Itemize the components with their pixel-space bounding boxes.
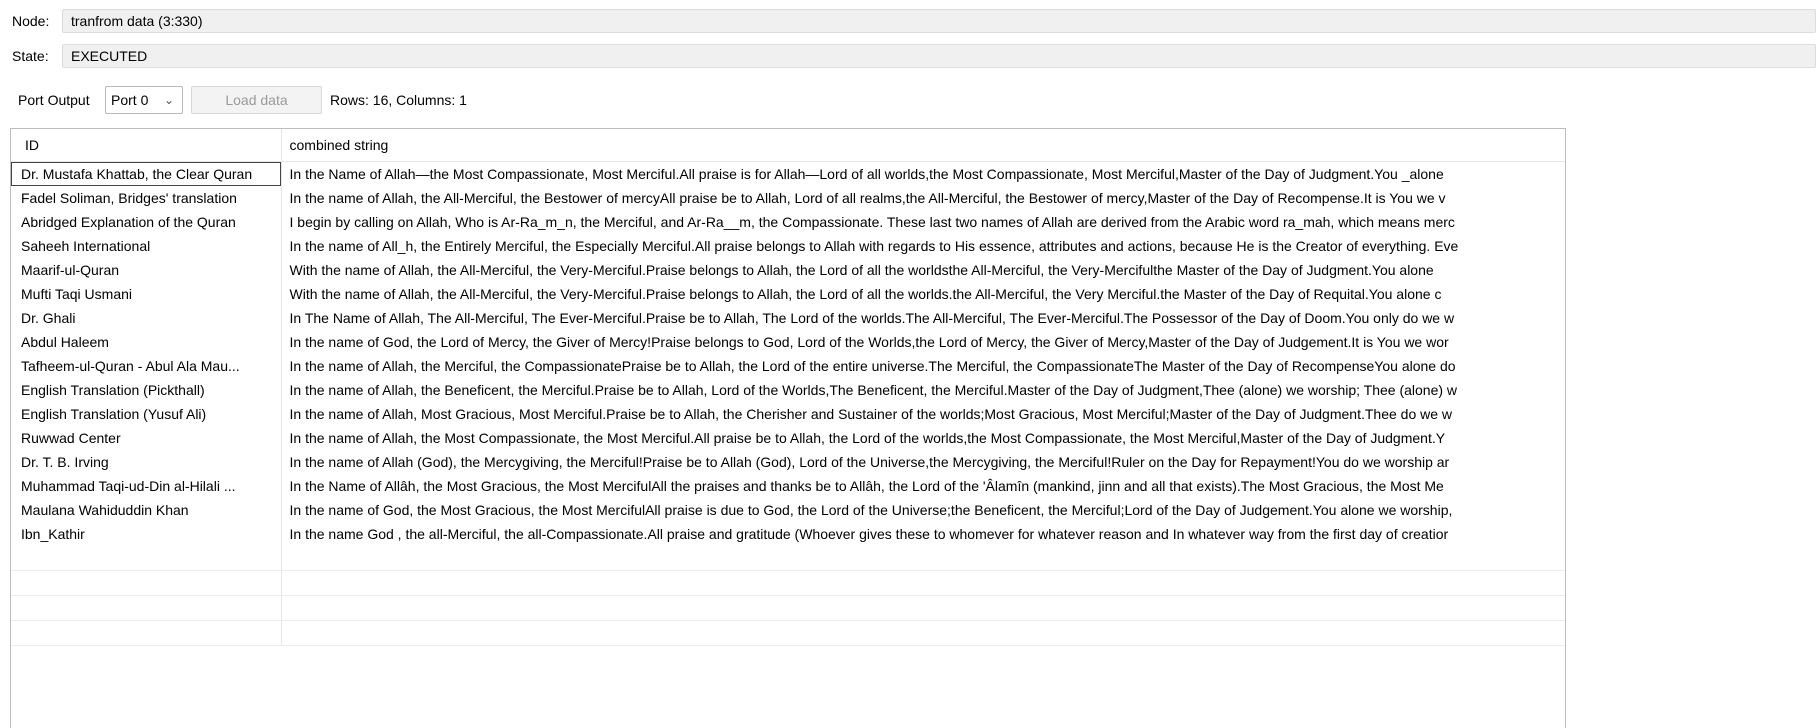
table-row[interactable]: Maarif-ul-Quran With the name of Allah, t… [11,258,1565,282]
cell-id[interactable]: Fadel Soliman, Bridges' translation [11,186,282,210]
empty-cell [281,620,1565,646]
table-row[interactable]: Maulana Wahiduddin Khan In the name of Go… [11,498,1565,522]
cell-id[interactable]: Dr. T. B. Irving [11,450,282,474]
table-row[interactable]: Dr. Mustafa Khattab, the Clear Quran In t… [11,161,1565,186]
table-row[interactable]: Tafheem-ul-Quran - Abul Ala Mau... In the… [11,354,1565,378]
table-row[interactable]: English Translation (Yusuf Ali) In the na… [11,402,1565,426]
empty-cell [11,595,282,621]
cell-id[interactable]: Abridged Explanation of the Quran [11,210,282,234]
cell-combined-string[interactable]: With the name of Allah, the All-Merciful… [281,282,1565,306]
empty-row [11,570,1565,596]
cell-combined-string[interactable]: In the name of Allah, the Most Compassio… [281,426,1565,450]
empty-cell [11,570,282,596]
port-select[interactable]: Port 0 ⌄ [105,86,183,114]
cell-id[interactable]: Muhammad Taqi-ud-Din al-Hilali ... [11,474,282,498]
cell-id[interactable]: Saheeh International [11,234,282,258]
rows-columns-info: Rows: 16, Columns: 1 [330,92,467,108]
table-row[interactable]: Abdul Haleem In the name of God, the Lord… [11,330,1565,354]
cell-combined-string[interactable]: With the name of Allah, the All-Merciful… [281,258,1565,282]
empty-cell [281,546,1565,571]
table-row[interactable]: Ibn_Kathir In the name God , the all-Merc… [11,522,1565,546]
cell-combined-string[interactable]: In the name God , the all-Merciful, the … [281,522,1565,546]
cell-combined-string[interactable]: In the name of God, the Most Gracious, t… [281,498,1565,522]
state-value-field: EXECUTED [62,44,1816,68]
empty-row [11,595,1565,621]
port-output-label: Port Output [18,92,90,108]
table-row[interactable]: Abridged Explanation of the Quran I begin… [11,210,1565,234]
table-row[interactable]: Dr. T. B. Irving In the name of Allah (Go… [11,450,1565,474]
empty-row [11,546,1565,571]
cell-id[interactable]: Ibn_Kathir [11,522,282,546]
cell-combined-string[interactable]: I begin by calling on Allah, Who is Ar-R… [281,210,1565,234]
table-row[interactable]: Mufti Taqi Usmani With the name of Allah,… [11,282,1565,306]
empty-cell [11,620,282,646]
cell-id[interactable]: Abdul Haleem [11,330,282,354]
empty-cell [11,546,282,571]
data-table[interactable]: ID combined string Dr. Mustafa Khattab, … [10,128,1566,728]
cell-id[interactable]: Dr. Mustafa Khattab, the Clear Quran [11,161,282,186]
chevron-down-icon: ⌄ [163,93,174,107]
table-row[interactable]: Fadel Soliman, Bridges' translation In th… [11,186,1565,210]
cell-combined-string[interactable]: In the name of All_h, the Entirely Merci… [281,234,1565,258]
cell-id[interactable]: Dr. Ghali [11,306,282,330]
column-header-id[interactable]: ID [11,129,282,162]
empty-cell [281,570,1565,596]
state-label: State: [12,48,49,64]
cell-combined-string[interactable]: In the name of Allah, Most Gracious, Mos… [281,402,1565,426]
cell-combined-string[interactable]: In the Name of Allâh, the Most Gracious,… [281,474,1565,498]
column-header-combined-string[interactable]: combined string [281,129,1565,162]
load-data-button[interactable]: Load data [191,86,322,114]
cell-combined-string[interactable]: In the name of Allah (God), the Mercygiv… [281,450,1565,474]
cell-id[interactable]: Mufti Taqi Usmani [11,282,282,306]
cell-id[interactable]: Tafheem-ul-Quran - Abul Ala Mau... [11,354,282,378]
cell-id[interactable]: Maarif-ul-Quran [11,258,282,282]
cell-id[interactable]: Ruwwad Center [11,426,282,450]
cell-combined-string[interactable]: In The Name of Allah, The All-Merciful, … [281,306,1565,330]
cell-id[interactable]: Maulana Wahiduddin Khan [11,498,282,522]
cell-id[interactable]: English Translation (Pickthall) [11,378,282,402]
port-select-value: Port 0 [111,92,149,108]
table-row[interactable]: Ruwwad Center In the name of Allah, the M… [11,426,1565,450]
table-row[interactable]: Saheeh International In the name of All_h… [11,234,1565,258]
cell-combined-string[interactable]: In the name of Allah, the Beneficent, th… [281,378,1565,402]
table-row[interactable]: Muhammad Taqi-ud-Din al-Hilali ... In the… [11,474,1565,498]
empty-row [11,620,1565,646]
node-value-field: tranfrom data (3:330) [62,9,1816,33]
cell-combined-string[interactable]: In the name of God, the Lord of Mercy, t… [281,330,1565,354]
table-row[interactable]: English Translation (Pickthall) In the na… [11,378,1565,402]
empty-cell [281,595,1565,621]
cell-combined-string[interactable]: In the Name of Allah—the Most Compassion… [281,161,1565,186]
table-row[interactable]: Dr. Ghali In The Name of Allah, The All-M… [11,306,1565,330]
node-label: Node: [12,13,50,29]
cell-combined-string[interactable]: In the name of Allah, the All-Merciful, … [281,186,1565,210]
cell-combined-string[interactable]: In the name of Allah, the Merciful, the … [281,354,1565,378]
port-toolbar: Port Output Port 0 ⌄ Load data Rows: 16,… [0,86,1818,116]
cell-id[interactable]: English Translation (Yusuf Ali) [11,402,282,426]
table-header-row: ID combined string [11,129,1565,162]
